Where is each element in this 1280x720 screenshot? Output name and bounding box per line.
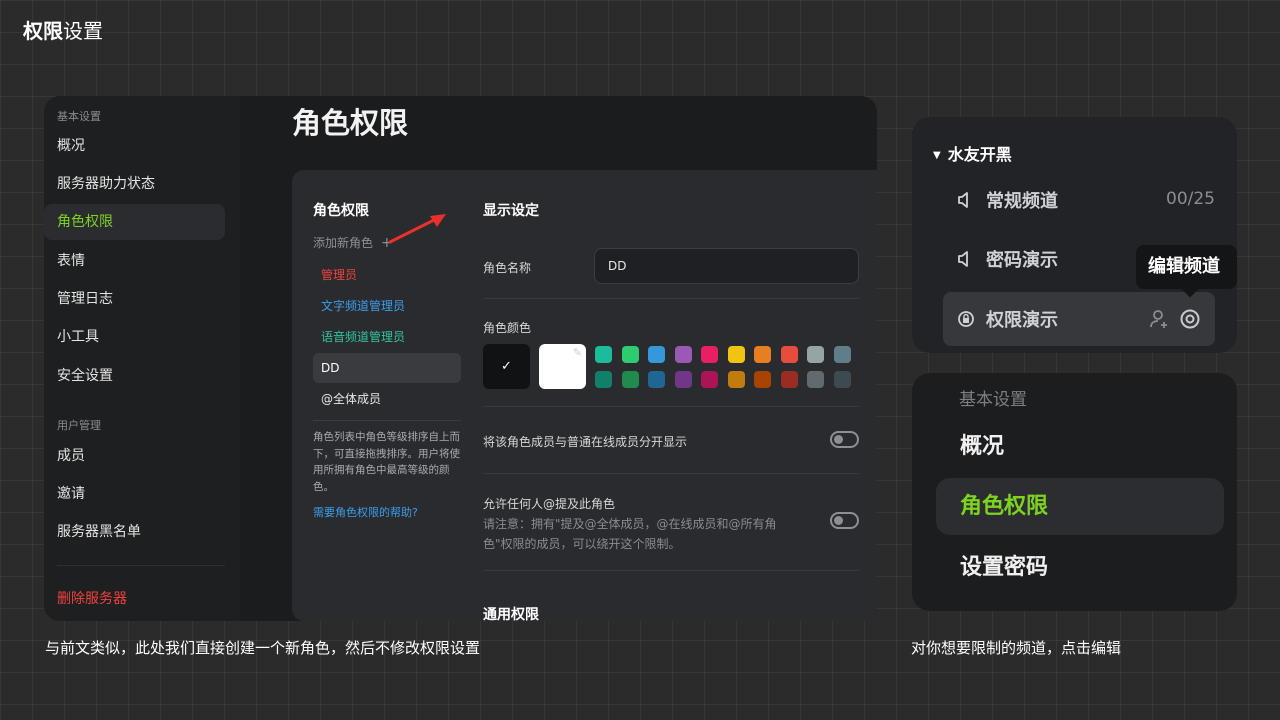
color-swatch[interactable] <box>648 346 665 363</box>
color-swatch[interactable] <box>780 346 798 363</box>
color-swatch[interactable] <box>648 371 665 388</box>
sidebar-item-widgets[interactable]: 小工具 <box>44 319 225 355</box>
content-heading: 角色权限 <box>292 106 409 140</box>
pencil-icon: ✎ <box>572 346 582 359</box>
color-swatch[interactable] <box>701 346 718 363</box>
mention-description: 请注意：拥有"提及@全体成员，@在线成员和@所有角色"权限的成员，可以绕开这个限… <box>483 517 777 551</box>
channel-category[interactable]: ▼ 水友开黑 <box>933 141 1012 165</box>
role-item-voice-channel-admin[interactable]: 语音频道管理员 <box>313 322 461 352</box>
channel-name: 常规频道 <box>986 191 1058 212</box>
color-swatch[interactable] <box>621 346 639 363</box>
voice-channel-icon <box>958 192 968 208</box>
locked-voice-channel-icon <box>958 311 974 327</box>
color-swatch[interactable] <box>833 371 851 388</box>
sidebar-item-emoji[interactable]: 表情 <box>44 243 225 279</box>
settings-gear-icon[interactable] <box>1179 308 1201 330</box>
add-member-icon[interactable] <box>1149 308 1171 330</box>
sidebar-item-members[interactable]: 成员 <box>44 438 225 474</box>
channel-name: 权限演示 <box>986 310 1058 331</box>
divider <box>483 298 859 299</box>
divider <box>483 570 859 571</box>
mention-toggle[interactable] <box>830 512 859 529</box>
role-color-label: 角色颜色 <box>483 321 532 335</box>
color-swatch[interactable] <box>833 346 851 363</box>
check-icon: ✓ <box>501 359 512 374</box>
mention-label: 允许任何人@提及此角色 <box>483 497 616 511</box>
role-name-label: 角色名称 <box>483 261 532 275</box>
divider <box>483 473 859 474</box>
color-swatch[interactable] <box>701 371 718 388</box>
channel-member-count: 00/25 <box>1166 189 1215 209</box>
color-swatch[interactable] <box>727 346 745 363</box>
zoom-item-role-permissions[interactable]: 角色权限 <box>936 478 1224 535</box>
roles-divider <box>313 420 461 421</box>
color-swatch[interactable] <box>621 371 639 388</box>
role-settings-card: 角色权限 添加新角色 + 管理员 文字频道管理员 语音频道管理员 DD @全体成员… <box>292 170 877 621</box>
color-swatch[interactable] <box>595 346 612 363</box>
sidebar-section-users: 用户管理 <box>57 419 101 432</box>
sidebar-item-bans[interactable]: 服务器黑名单 <box>44 514 225 550</box>
general-permissions-title: 通用权限 <box>483 607 539 621</box>
add-role-button[interactable]: 添加新角色 + <box>313 234 393 251</box>
role-item-dd[interactable]: DD <box>313 353 461 383</box>
sidebar-item-delete-server[interactable]: 删除服务器 <box>44 581 225 617</box>
channel-row-permission-demo[interactable]: 权限演示 <box>943 292 1215 346</box>
settings-sidebar: 基本设置 概况 服务器助力状态 角色权限 表情 管理日志 小工具 安全设置 用户… <box>44 96 240 621</box>
color-swatch[interactable] <box>754 371 771 388</box>
color-swatch-selected[interactable]: ✓ <box>483 344 530 389</box>
color-swatch[interactable] <box>780 371 798 388</box>
zoom-section-basic: 基本设置 <box>959 390 1027 410</box>
toggle-knob <box>834 516 843 525</box>
edit-channel-tooltip: 编辑频道 <box>1136 245 1237 298</box>
color-swatch[interactable] <box>807 371 824 388</box>
sidebar-item-role-permissions[interactable]: 角色权限 <box>44 204 225 240</box>
roles-list-title: 角色权限 <box>313 203 369 219</box>
page-title: 权限设置 <box>23 19 103 43</box>
settings-window: 基本设置 概况 服务器助力状态 角色权限 表情 管理日志 小工具 安全设置 用户… <box>44 96 877 621</box>
caption-right: 对你想要限制的频道，点击编辑 <box>911 639 1122 657</box>
caption-left: 与前文类似，此处我们直接创建一个新角色，然后不修改权限设置 <box>45 639 481 657</box>
sidebar-divider <box>57 565 225 566</box>
role-item-text-channel-admin[interactable]: 文字频道管理员 <box>313 291 461 321</box>
zoom-item-set-password[interactable]: 设置密码 <box>936 539 1224 596</box>
divider <box>483 406 859 407</box>
sidebar-item-audit-log[interactable]: 管理日志 <box>44 281 225 317</box>
roles-list-column: 角色权限 添加新角色 + 管理员 文字频道管理员 语音频道管理员 DD @全体成员… <box>292 170 472 621</box>
voice-channel-icon <box>958 251 968 267</box>
roles-help-link[interactable]: 需要角色权限的帮助? <box>313 504 418 520</box>
separate-display-label: 将该角色成员与普通在线成员分开显示 <box>483 435 688 449</box>
color-swatch[interactable] <box>595 371 612 388</box>
sidebar-section-basic: 基本设置 <box>57 110 101 123</box>
role-item-everyone[interactable]: @全体成员 <box>313 384 461 414</box>
color-swatch[interactable] <box>727 371 745 388</box>
display-settings-column: 显示设定 角色名称 角色颜色 ✓ ✎ 将该角色成员与普通在线成员分开显示 允许任… <box>483 170 859 621</box>
display-settings-title: 显示设定 <box>483 203 539 219</box>
roles-order-note: 角色列表中角色等级排序自上而下，可直接拖拽排序。用户将使用所拥有角色中最高等级的… <box>313 431 460 493</box>
sidebar-item-overview[interactable]: 概况 <box>44 128 225 164</box>
color-swatch[interactable] <box>674 346 692 363</box>
color-swatch[interactable] <box>807 346 824 363</box>
sidebar-item-invites[interactable]: 邀请 <box>44 476 225 512</box>
zoom-item-overview[interactable]: 概况 <box>936 418 1224 475</box>
color-swatch[interactable] <box>754 346 771 363</box>
channel-row-general[interactable]: 常规频道 00/25 <box>943 173 1215 227</box>
annotation-arrow-icon <box>388 214 446 244</box>
add-role-label: 添加新角色 <box>313 236 374 250</box>
channel-list-panel: ▼ 水友开黑 常规频道 00/25 密码演示 权限演示 编辑频道 <box>912 117 1237 353</box>
sidebar-item-security[interactable]: 安全设置 <box>44 358 225 394</box>
sidebar-item-boost-status[interactable]: 服务器助力状态 <box>44 166 225 202</box>
settings-menu-zoom: 基本设置 概况 角色权限 设置密码 <box>912 373 1237 611</box>
color-swatch[interactable] <box>674 371 692 388</box>
channel-name: 密码演示 <box>986 250 1058 271</box>
role-item-admin[interactable]: 管理员 <box>313 260 461 290</box>
role-name-input[interactable] <box>594 248 859 284</box>
toggle-knob <box>834 435 843 444</box>
caret-down-icon: ▼ <box>933 150 941 161</box>
separate-display-toggle[interactable] <box>830 431 859 448</box>
custom-color-picker[interactable]: ✎ <box>539 344 586 389</box>
